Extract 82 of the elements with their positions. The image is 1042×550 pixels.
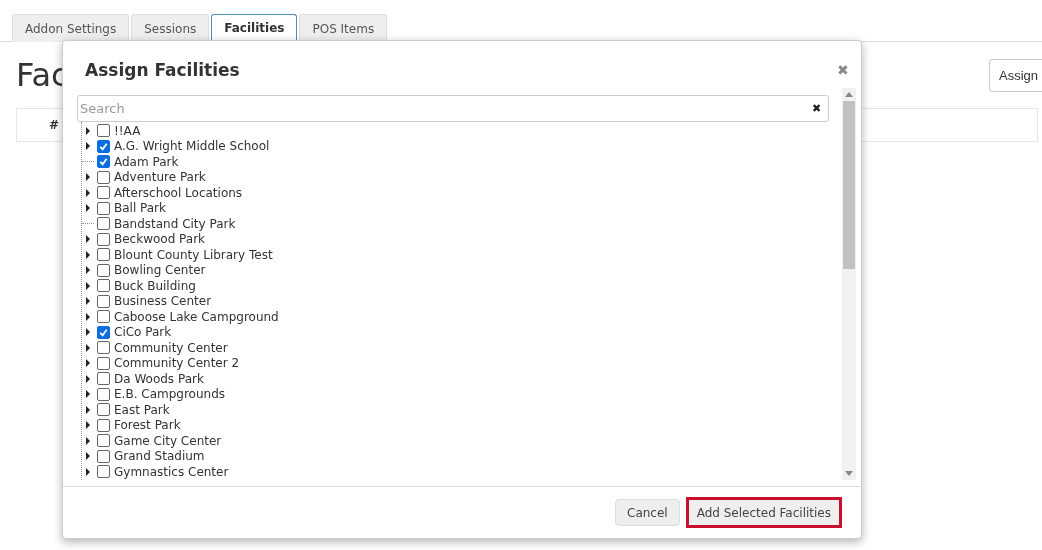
facility-label[interactable]: Adam Park bbox=[114, 154, 179, 169]
expand-arrow-icon[interactable] bbox=[85, 142, 91, 151]
checkbox[interactable] bbox=[97, 465, 110, 479]
facility-label[interactable]: Gymnastics Center bbox=[114, 464, 229, 479]
checkbox[interactable] bbox=[97, 434, 110, 448]
checkbox[interactable] bbox=[97, 217, 110, 231]
expand-arrow-icon[interactable] bbox=[85, 343, 91, 352]
checkbox[interactable] bbox=[97, 403, 110, 417]
expand-arrow-icon[interactable] bbox=[85, 281, 91, 290]
close-button[interactable]: ✖ bbox=[833, 62, 853, 78]
facility-label[interactable]: E.B. Campgrounds bbox=[114, 387, 225, 402]
facility-label[interactable]: A.G. Wright Middle School bbox=[114, 139, 270, 154]
clear-search-button[interactable]: ✖ bbox=[805, 102, 828, 115]
expand-arrow-icon[interactable] bbox=[85, 312, 91, 321]
checkbox[interactable] bbox=[97, 449, 110, 463]
expand-arrow-icon[interactable] bbox=[85, 452, 91, 461]
assign-button[interactable]: Assign bbox=[988, 58, 1042, 92]
checkbox[interactable] bbox=[97, 201, 110, 215]
facility-label[interactable]: Game City Center bbox=[114, 433, 222, 448]
expand-arrow-icon[interactable] bbox=[85, 436, 91, 445]
facility-label[interactable]: CiCo Park bbox=[114, 325, 172, 340]
facility-label[interactable]: Blount County Library Test bbox=[114, 247, 273, 262]
checkbox[interactable] bbox=[97, 418, 110, 432]
facility-label[interactable]: Caboose Lake Campground bbox=[114, 309, 279, 324]
checkbox[interactable] bbox=[97, 170, 110, 184]
expand-arrow-icon[interactable] bbox=[85, 405, 91, 414]
facility-label[interactable]: East Park bbox=[114, 402, 170, 417]
checkbox[interactable] bbox=[97, 248, 110, 262]
scroll-down-arrow-icon[interactable] bbox=[845, 471, 853, 476]
facility-label[interactable]: Community Center bbox=[114, 340, 228, 355]
expand-arrow-icon[interactable] bbox=[85, 188, 91, 197]
facility-label[interactable]: !!AA bbox=[114, 123, 141, 138]
expand-arrow-icon[interactable] bbox=[85, 421, 91, 430]
expand-arrow-icon[interactable] bbox=[85, 297, 91, 306]
expand-arrow-icon[interactable] bbox=[85, 266, 91, 275]
scroll-up-arrow-icon[interactable] bbox=[845, 92, 853, 97]
tab[interactable]: Addon Settings bbox=[12, 14, 130, 42]
expand-arrow-icon[interactable] bbox=[85, 374, 91, 383]
expand-arrow-icon[interactable] bbox=[85, 467, 91, 476]
checkbox[interactable] bbox=[97, 294, 110, 308]
expand-arrow-icon[interactable] bbox=[85, 390, 91, 399]
checkbox[interactable] bbox=[97, 341, 110, 355]
column-header: # bbox=[49, 118, 57, 132]
facility-label[interactable]: Forest Park bbox=[114, 418, 181, 433]
facility-label[interactable]: Adventure Park bbox=[114, 170, 206, 185]
dialog-button[interactable]: Cancel bbox=[615, 499, 680, 526]
facility-label[interactable]: Business Center bbox=[114, 294, 212, 309]
expand-arrow-icon[interactable] bbox=[85, 250, 91, 259]
facility-label[interactable]: Grand Stadium bbox=[114, 449, 205, 464]
facility-label[interactable]: Community Center 2 bbox=[114, 356, 240, 371]
expand-arrow-icon[interactable] bbox=[85, 173, 91, 182]
checkbox[interactable] bbox=[97, 263, 110, 277]
search-field[interactable]: Search ✖ bbox=[77, 95, 829, 122]
facility-label[interactable]: Afterschool Locations bbox=[114, 185, 243, 200]
expand-arrow-icon[interactable] bbox=[85, 328, 91, 337]
facility-label[interactable]: Bandstand City Park bbox=[114, 216, 236, 231]
checkbox[interactable] bbox=[97, 372, 110, 386]
scrollbar[interactable] bbox=[842, 88, 856, 480]
expand-arrow-icon[interactable] bbox=[85, 204, 91, 213]
checkbox[interactable] bbox=[97, 325, 110, 339]
facility-label[interactable]: Beckwood Park bbox=[114, 232, 206, 247]
tab[interactable]: Sessions bbox=[131, 14, 210, 42]
checkbox[interactable] bbox=[97, 139, 110, 153]
dialog-title: Assign Facilities bbox=[85, 60, 240, 80]
checkbox[interactable] bbox=[97, 186, 110, 200]
tab[interactable]: Facilities bbox=[211, 14, 298, 42]
facility-label[interactable]: Ball Park bbox=[114, 201, 166, 216]
checkbox[interactable] bbox=[97, 155, 110, 169]
checkbox[interactable] bbox=[97, 279, 110, 293]
dialog-button[interactable]: Add Selected Facilities bbox=[685, 497, 842, 528]
expand-arrow-icon[interactable] bbox=[85, 235, 91, 244]
facility-label[interactable]: Da Woods Park bbox=[114, 371, 204, 386]
facility-label[interactable]: Bowling Center bbox=[114, 263, 206, 278]
checkbox[interactable] bbox=[97, 124, 110, 138]
checkbox[interactable] bbox=[97, 356, 110, 370]
facility-label[interactable]: Buck Building bbox=[114, 278, 196, 293]
tab[interactable]: POS Items bbox=[299, 14, 388, 42]
expand-arrow-icon[interactable] bbox=[85, 359, 91, 368]
checkbox[interactable] bbox=[97, 232, 110, 246]
checkbox[interactable] bbox=[97, 310, 110, 324]
checkbox[interactable] bbox=[97, 387, 110, 401]
expand-arrow-icon[interactable] bbox=[85, 126, 91, 135]
